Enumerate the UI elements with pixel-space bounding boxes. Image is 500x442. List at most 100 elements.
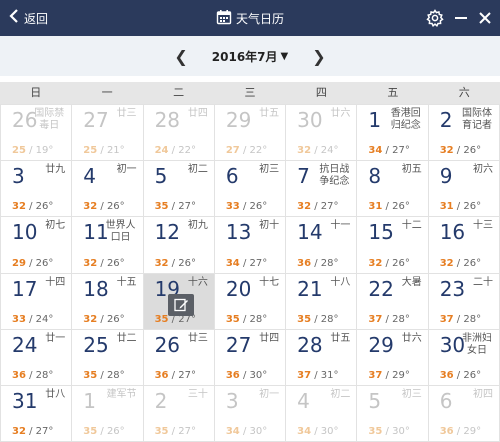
day-cell[interactable]: 5 初二 35 / 27° [143,161,215,218]
day-cell[interactable]: 15 十二 32 / 26° [357,217,429,274]
temperature: 32 / 26° [440,258,481,269]
day-cell[interactable]: 22 大暑 37 / 28° [357,273,429,330]
temp-high: 37 [439,313,454,325]
day-cell[interactable]: 6 初三 33 / 26° [214,161,287,218]
temp-separator: / [97,201,107,213]
day-cell[interactable]: 4 初一 32 / 26° [72,161,144,218]
day-cell[interactable]: 28 廿四 24 / 22° [143,105,215,162]
day-cell[interactable]: 14 十一 36 / 28° [286,217,358,274]
day-cell[interactable]: 4 初二 34 / 30° [286,385,358,442]
dropdown-arrow-icon: ▼ [280,50,289,62]
temp-low: 28 [392,313,405,325]
temperature: 34 / 30° [226,426,267,437]
temperature: 37 / 28° [368,314,409,325]
temp-high: 35 [83,369,98,381]
weekday-header: 日 一 二 三 四 五 六 [0,82,500,104]
day-number: 28 [154,108,181,132]
day-cell[interactable]: 24 廿一 36 / 28° [1,329,73,386]
day-cell[interactable]: 28 廿五 37 / 31° [286,329,358,386]
temp-high: 32 [83,201,98,213]
close-icon[interactable] [478,11,492,25]
temp-low: 27 [35,426,49,437]
day-cell[interactable]: 30 非洲妇女日 36 / 26° [428,329,500,386]
day-number: 5 [154,164,168,189]
back-button[interactable]: 返回 [8,0,48,36]
day-cell[interactable]: 10 初七 29 / 26° [1,217,73,274]
temp-low: 27 [249,257,263,269]
temp-separator: / [168,257,179,269]
day-cell[interactable]: 7 抗日战争纪念 32 / 27° [286,161,358,218]
day-number: 18 [83,276,109,301]
day-cell[interactable]: 16 十三 32 / 26° [428,217,500,274]
temp-low: 27 [178,201,191,213]
day-cell[interactable]: 23 二十 37 / 28° [428,273,500,330]
day-cell[interactable]: 17 十四 33 / 24° [1,273,73,330]
day-cell[interactable]: 29 廿六 37 / 29° [357,329,429,386]
day-cell[interactable]: 18 十五 32 / 26° [72,273,144,330]
lunar-label: 廿六 [330,108,351,119]
lunar-label: 初六 [472,164,493,176]
temp-separator: / [453,426,464,437]
temp-unit: ° [119,201,125,213]
temp-low: 21 [106,145,120,157]
temperature: 32 / 27° [12,426,53,437]
day-cell[interactable]: 9 初六 31 / 26° [428,161,500,218]
temp-separator: / [453,313,464,325]
temperature: 25 / 19° [12,145,53,156]
minimize-icon[interactable] [454,11,468,25]
day-cell[interactable]: 20 十七 35 / 28° [214,273,287,330]
day-cell[interactable]: 5 初三 35 / 30° [357,385,429,442]
day-cell[interactable]: 2 三十 35 / 27° [143,385,215,442]
temp-unit: ° [119,426,125,437]
edit-note-icon[interactable] [167,293,194,316]
next-month-button[interactable]: ❯ [306,47,331,66]
temp-low: 30 [249,426,263,437]
temperature: 35 / 27° [155,201,196,212]
day-cell[interactable]: 26 廿三 36 / 27° [143,329,215,386]
day-cell[interactable]: 13 初十 34 / 27° [214,217,287,274]
day-number: 28 [297,332,323,357]
day-cell[interactable]: 31 廿八 32 / 27° [1,385,73,442]
temperature: 32 / 26° [83,258,124,269]
day-cell[interactable]: 26 国际禁毒日 25 / 19° [1,105,73,162]
temp-unit: ° [333,369,339,381]
gear-icon[interactable] [426,9,444,27]
temp-high: 34 [225,257,240,269]
day-cell[interactable]: 30 廿六 32 / 24° [286,105,358,162]
day-cell[interactable]: 27 廿四 36 / 30° [214,329,287,386]
temp-unit: ° [404,201,410,213]
day-cell[interactable]: 25 廿二 35 / 28° [72,329,144,386]
day-cell[interactable]: 1 香港回归纪念 34 / 27° [357,105,429,162]
day-cell[interactable]: 2 国际体育记者 32 / 26° [428,105,500,162]
day-number: 15 [368,220,394,245]
temperature: 27 / 22° [226,145,267,156]
temp-unit: ° [333,201,339,213]
day-cell[interactable]: 12 初九 32 / 26° [143,217,215,274]
temp-high: 33 [12,313,26,325]
weekday-sun: 日 [30,86,42,99]
window-controls [426,0,492,36]
temp-separator: / [382,257,393,269]
day-cell[interactable]: 6 初四 36 / 29° [428,385,500,442]
weekday-tue: 二 [173,86,185,99]
day-cell[interactable]: 3 廿九 32 / 26° [1,161,73,218]
day-cell[interactable]: 19 十六 35 / 27° [143,273,215,330]
day-number: 16 [439,220,466,245]
temp-high: 25 [83,145,98,157]
day-cell[interactable]: 1 建军节 35 / 26° [72,385,144,442]
temp-separator: / [382,201,393,213]
temp-low: 30 [320,426,334,437]
temperature: 31 / 26° [368,201,409,212]
day-number: 3 [225,388,239,413]
lunar-label: 初一 [259,388,280,400]
temperature: 35 / 28° [83,370,124,381]
month-selector[interactable]: 2016年7月 ▼ [212,48,288,65]
day-cell[interactable]: 8 初五 31 / 26° [357,161,429,218]
day-cell[interactable]: 27 廿三 25 / 21° [72,105,144,162]
prev-month-button[interactable]: ❮ [168,47,193,66]
day-cell[interactable]: 29 廿五 27 / 22° [214,105,287,162]
day-cell[interactable]: 3 初一 34 / 30° [214,385,287,442]
day-cell[interactable]: 21 十八 35 / 28° [286,273,358,330]
temp-separator: / [97,313,107,325]
day-cell[interactable]: 11 世界人口日 32 / 26° [72,217,144,274]
